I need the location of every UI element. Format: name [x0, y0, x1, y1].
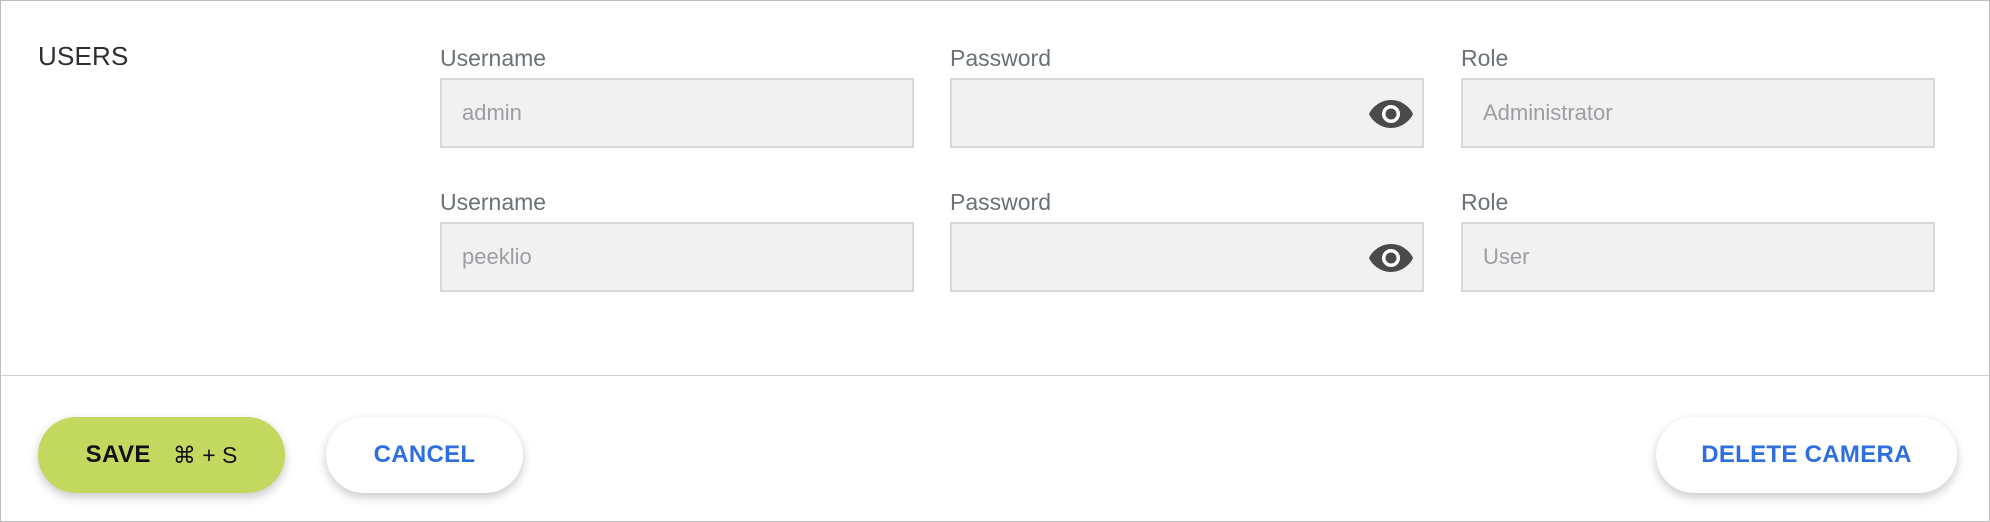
camera-settings-panel: USERS Username Password Role Username Pa…	[0, 0, 1990, 522]
delete-camera-button-label: DELETE CAMERA	[1701, 441, 1912, 468]
cancel-button[interactable]: CANCEL	[326, 417, 523, 493]
role-field-container	[1461, 78, 1935, 148]
role-label: Role	[1461, 45, 1509, 71]
action-bar: SAVE ⌘ + S CANCEL DELETE CAMERA	[1, 376, 1989, 521]
username-field[interactable]	[442, 224, 912, 290]
password-field-container	[950, 78, 1424, 148]
delete-camera-button[interactable]: DELETE CAMERA	[1656, 417, 1957, 493]
section-title: USERS	[38, 41, 129, 71]
password-label: Password	[950, 45, 1051, 71]
eye-icon[interactable]	[1368, 239, 1414, 277]
eye-icon[interactable]	[1368, 95, 1414, 133]
role-label: Role	[1461, 189, 1509, 215]
role-field[interactable]	[1463, 224, 1933, 290]
password-field[interactable]	[952, 224, 1422, 290]
role-field[interactable]	[1463, 80, 1933, 146]
save-shortcut-hint: ⌘ + S	[172, 441, 238, 468]
password-label: Password	[950, 189, 1051, 215]
save-button[interactable]: SAVE ⌘ + S	[38, 417, 285, 493]
password-field-container	[950, 222, 1424, 292]
save-button-label: SAVE	[85, 441, 151, 468]
username-field-container	[440, 78, 914, 148]
users-section: USERS Username Password Role Username Pa…	[1, 1, 1989, 376]
username-label: Username	[440, 189, 547, 215]
username-label: Username	[440, 45, 547, 71]
username-field[interactable]	[442, 80, 912, 146]
username-field-container	[440, 222, 914, 292]
cancel-button-label: CANCEL	[373, 441, 476, 468]
role-field-container	[1461, 222, 1935, 292]
password-field[interactable]	[952, 80, 1422, 146]
